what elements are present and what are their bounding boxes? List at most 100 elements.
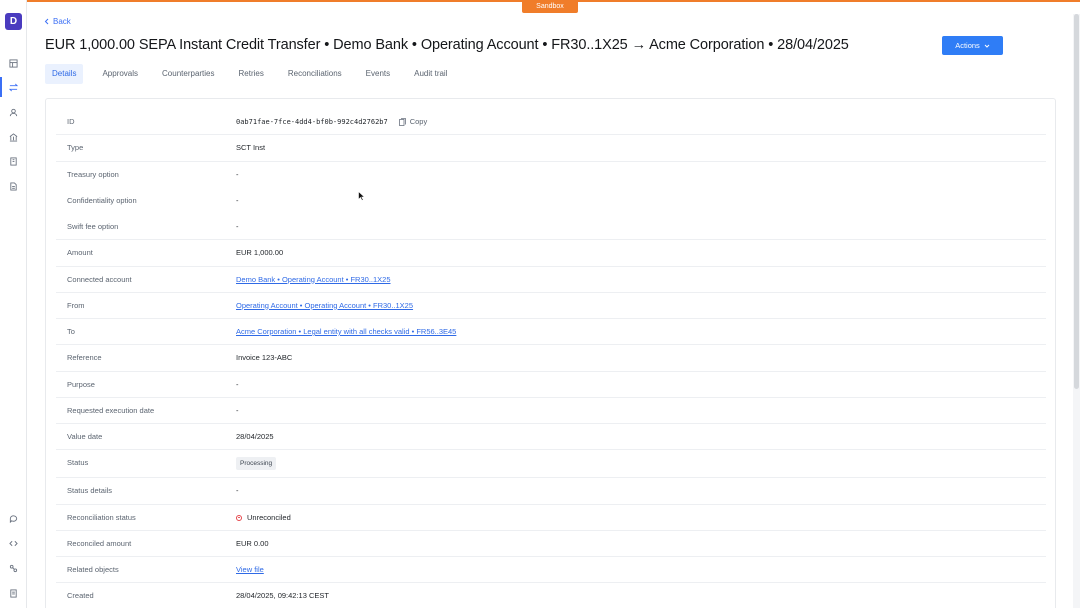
- detail-row-related-objects: Related objects View file: [56, 557, 1046, 584]
- sidebar-item-developers[interactable]: [6, 536, 21, 550]
- detail-label: Reference: [67, 353, 102, 363]
- detail-row-treasury-option: Treasury option -: [56, 162, 1046, 188]
- tab-counterparties[interactable]: Counterparties: [155, 64, 221, 84]
- code-icon: [9, 540, 18, 546]
- chevron-left-icon: [44, 18, 49, 25]
- detail-label: Amount: [67, 248, 93, 258]
- sidebar-item-docs[interactable]: [6, 586, 21, 600]
- detail-label: From: [67, 300, 85, 310]
- sidebar-item-documents[interactable]: [6, 179, 21, 193]
- sidebar-item-accounts[interactable]: [6, 130, 21, 144]
- sidebar-item-entities[interactable]: [6, 154, 21, 168]
- detail-row-reference: Reference Invoice 123-ABC: [56, 345, 1046, 372]
- detail-row-to: To Acme Corporation • Legal entity with …: [56, 319, 1046, 346]
- sidebar-active-indicator: [0, 77, 2, 97]
- scrollbar-thumb[interactable]: [1074, 14, 1079, 389]
- bank-icon: [9, 132, 18, 142]
- detail-label: Status: [67, 458, 89, 468]
- chat-icon: [9, 514, 18, 523]
- detail-row-from: From Operating Account • Operating Accou…: [56, 293, 1046, 319]
- back-link[interactable]: Back: [44, 17, 71, 26]
- details-card: ID 0ab71fae-7fce-4dd4-bf0b-992c4d2762b7 …: [45, 98, 1056, 608]
- detail-value: Demo Bank • Operating Account • FR30..1X…: [236, 267, 391, 293]
- sidebar-item-support[interactable]: [6, 511, 21, 525]
- chevron-down-icon: [984, 44, 990, 48]
- detail-value: Processing: [236, 450, 277, 476]
- detail-row-status: Status Processing: [56, 450, 1046, 479]
- unreconciled-status-icon: [236, 514, 242, 521]
- sidebar: D: [0, 0, 27, 608]
- reconciliation-status-text: Unreconciled: [247, 512, 291, 522]
- detail-row-id: ID 0ab71fae-7fce-4dd4-bf0b-992c4d2762b7 …: [56, 109, 1046, 136]
- sidebar-item-counterparties[interactable]: [6, 105, 21, 119]
- detail-label: ID: [67, 117, 75, 126]
- detail-value: 0ab71fae-7fce-4dd4-bf0b-992c4d2762b7 Cop…: [236, 109, 427, 135]
- to-account-link[interactable]: Acme Corporation • Legal entity with all…: [236, 319, 456, 345]
- detail-value: Acme Corporation • Legal entity with all…: [236, 319, 456, 345]
- detail-label: Swift fee option: [67, 222, 119, 231]
- connected-account-link[interactable]: Demo Bank • Operating Account • FR30..1X…: [236, 267, 391, 293]
- status-badge: Processing: [236, 456, 277, 470]
- detail-label: Reconciliation status: [67, 512, 136, 522]
- app-logo[interactable]: D: [5, 13, 22, 30]
- tab-events[interactable]: Events: [359, 64, 397, 84]
- tab-reconciliations[interactable]: Reconciliations: [281, 64, 349, 84]
- detail-row-amount: Amount EUR 1,000.00: [56, 240, 1046, 267]
- detail-row-value-date: Value date 28/04/2025: [56, 424, 1046, 451]
- detail-value: View file: [236, 557, 264, 583]
- detail-value: 28/04/2025: [236, 432, 274, 441]
- page-title: EUR 1,000.00 SEPA Instant Credit Transfe…: [45, 37, 849, 53]
- detail-label: Reconciled amount: [67, 538, 132, 548]
- sidebar-item-dashboard[interactable]: [6, 56, 21, 70]
- sandbox-badge: Sandbox: [522, 0, 578, 13]
- detail-value: Unreconciled: [236, 505, 291, 531]
- detail-label: Connected account: [67, 274, 132, 284]
- detail-row-reconciliation-status: Reconciliation status Unreconciled: [56, 505, 1046, 531]
- detail-value: SCT Inst: [236, 143, 266, 153]
- detail-label: Treasury option: [67, 169, 119, 179]
- payment-id: 0ab71fae-7fce-4dd4-bf0b-992c4d2762b7: [236, 118, 388, 126]
- detail-row-status-details: Status details -: [56, 478, 1046, 505]
- tab-approvals[interactable]: Approvals: [95, 64, 145, 84]
- copy-label: Copy: [409, 117, 428, 126]
- back-label: Back: [53, 17, 71, 26]
- detail-value: EUR 1,000.00: [236, 248, 284, 258]
- detail-value: -: [236, 379, 239, 389]
- copy-icon: [398, 118, 406, 126]
- page-scrollbar[interactable]: [1073, 14, 1080, 608]
- detail-row-connected-account: Connected account Demo Bank • Operating …: [56, 267, 1046, 293]
- tab-retries[interactable]: Retries: [232, 64, 271, 84]
- settings-icon: [9, 564, 18, 572]
- detail-row-swift-fee-option: Swift fee option -: [56, 214, 1046, 241]
- building-icon: [10, 156, 17, 166]
- detail-value: 28/04/2025, 09:42:13 CEST: [236, 591, 329, 601]
- dashboard-icon: [9, 58, 18, 68]
- tab-audit-trail[interactable]: Audit trail: [407, 64, 454, 84]
- detail-label: Created: [67, 591, 94, 601]
- sidebar-item-settings[interactable]: [6, 561, 21, 575]
- tab-details[interactable]: Details: [45, 64, 84, 84]
- detail-label: Status details: [67, 486, 113, 496]
- view-file-link[interactable]: View file: [236, 557, 264, 583]
- from-account-link[interactable]: Operating Account • Operating Account • …: [236, 293, 413, 319]
- detail-label: Related objects: [67, 565, 119, 574]
- sidebar-item-payments[interactable]: [6, 80, 21, 94]
- mouse-cursor-icon: [358, 191, 365, 201]
- copy-button[interactable]: Copy: [398, 109, 428, 135]
- detail-value: Invoice 123-ABC: [236, 353, 293, 363]
- detail-label: Confidentiality option: [67, 195, 137, 205]
- detail-label: Requested execution date: [67, 405, 155, 415]
- detail-value: -: [236, 222, 239, 231]
- detail-row-reconciled-amount: Reconciled amount EUR 0.00: [56, 531, 1046, 557]
- detail-label: Purpose: [67, 379, 95, 389]
- detail-value: -: [236, 169, 239, 179]
- detail-row-requested-execution-date: Requested execution date -: [56, 398, 1046, 424]
- detail-value: -: [236, 405, 239, 415]
- detail-row-created: Created 28/04/2025, 09:42:13 CEST: [56, 583, 1046, 608]
- detail-value: -: [236, 195, 239, 205]
- detail-row-confidentiality-option: Confidentiality option -: [56, 188, 1046, 214]
- user-icon: [9, 108, 18, 116]
- actions-button[interactable]: Actions: [942, 36, 1003, 55]
- transfer-icon: [9, 83, 18, 91]
- detail-value: EUR 0.00: [236, 538, 269, 548]
